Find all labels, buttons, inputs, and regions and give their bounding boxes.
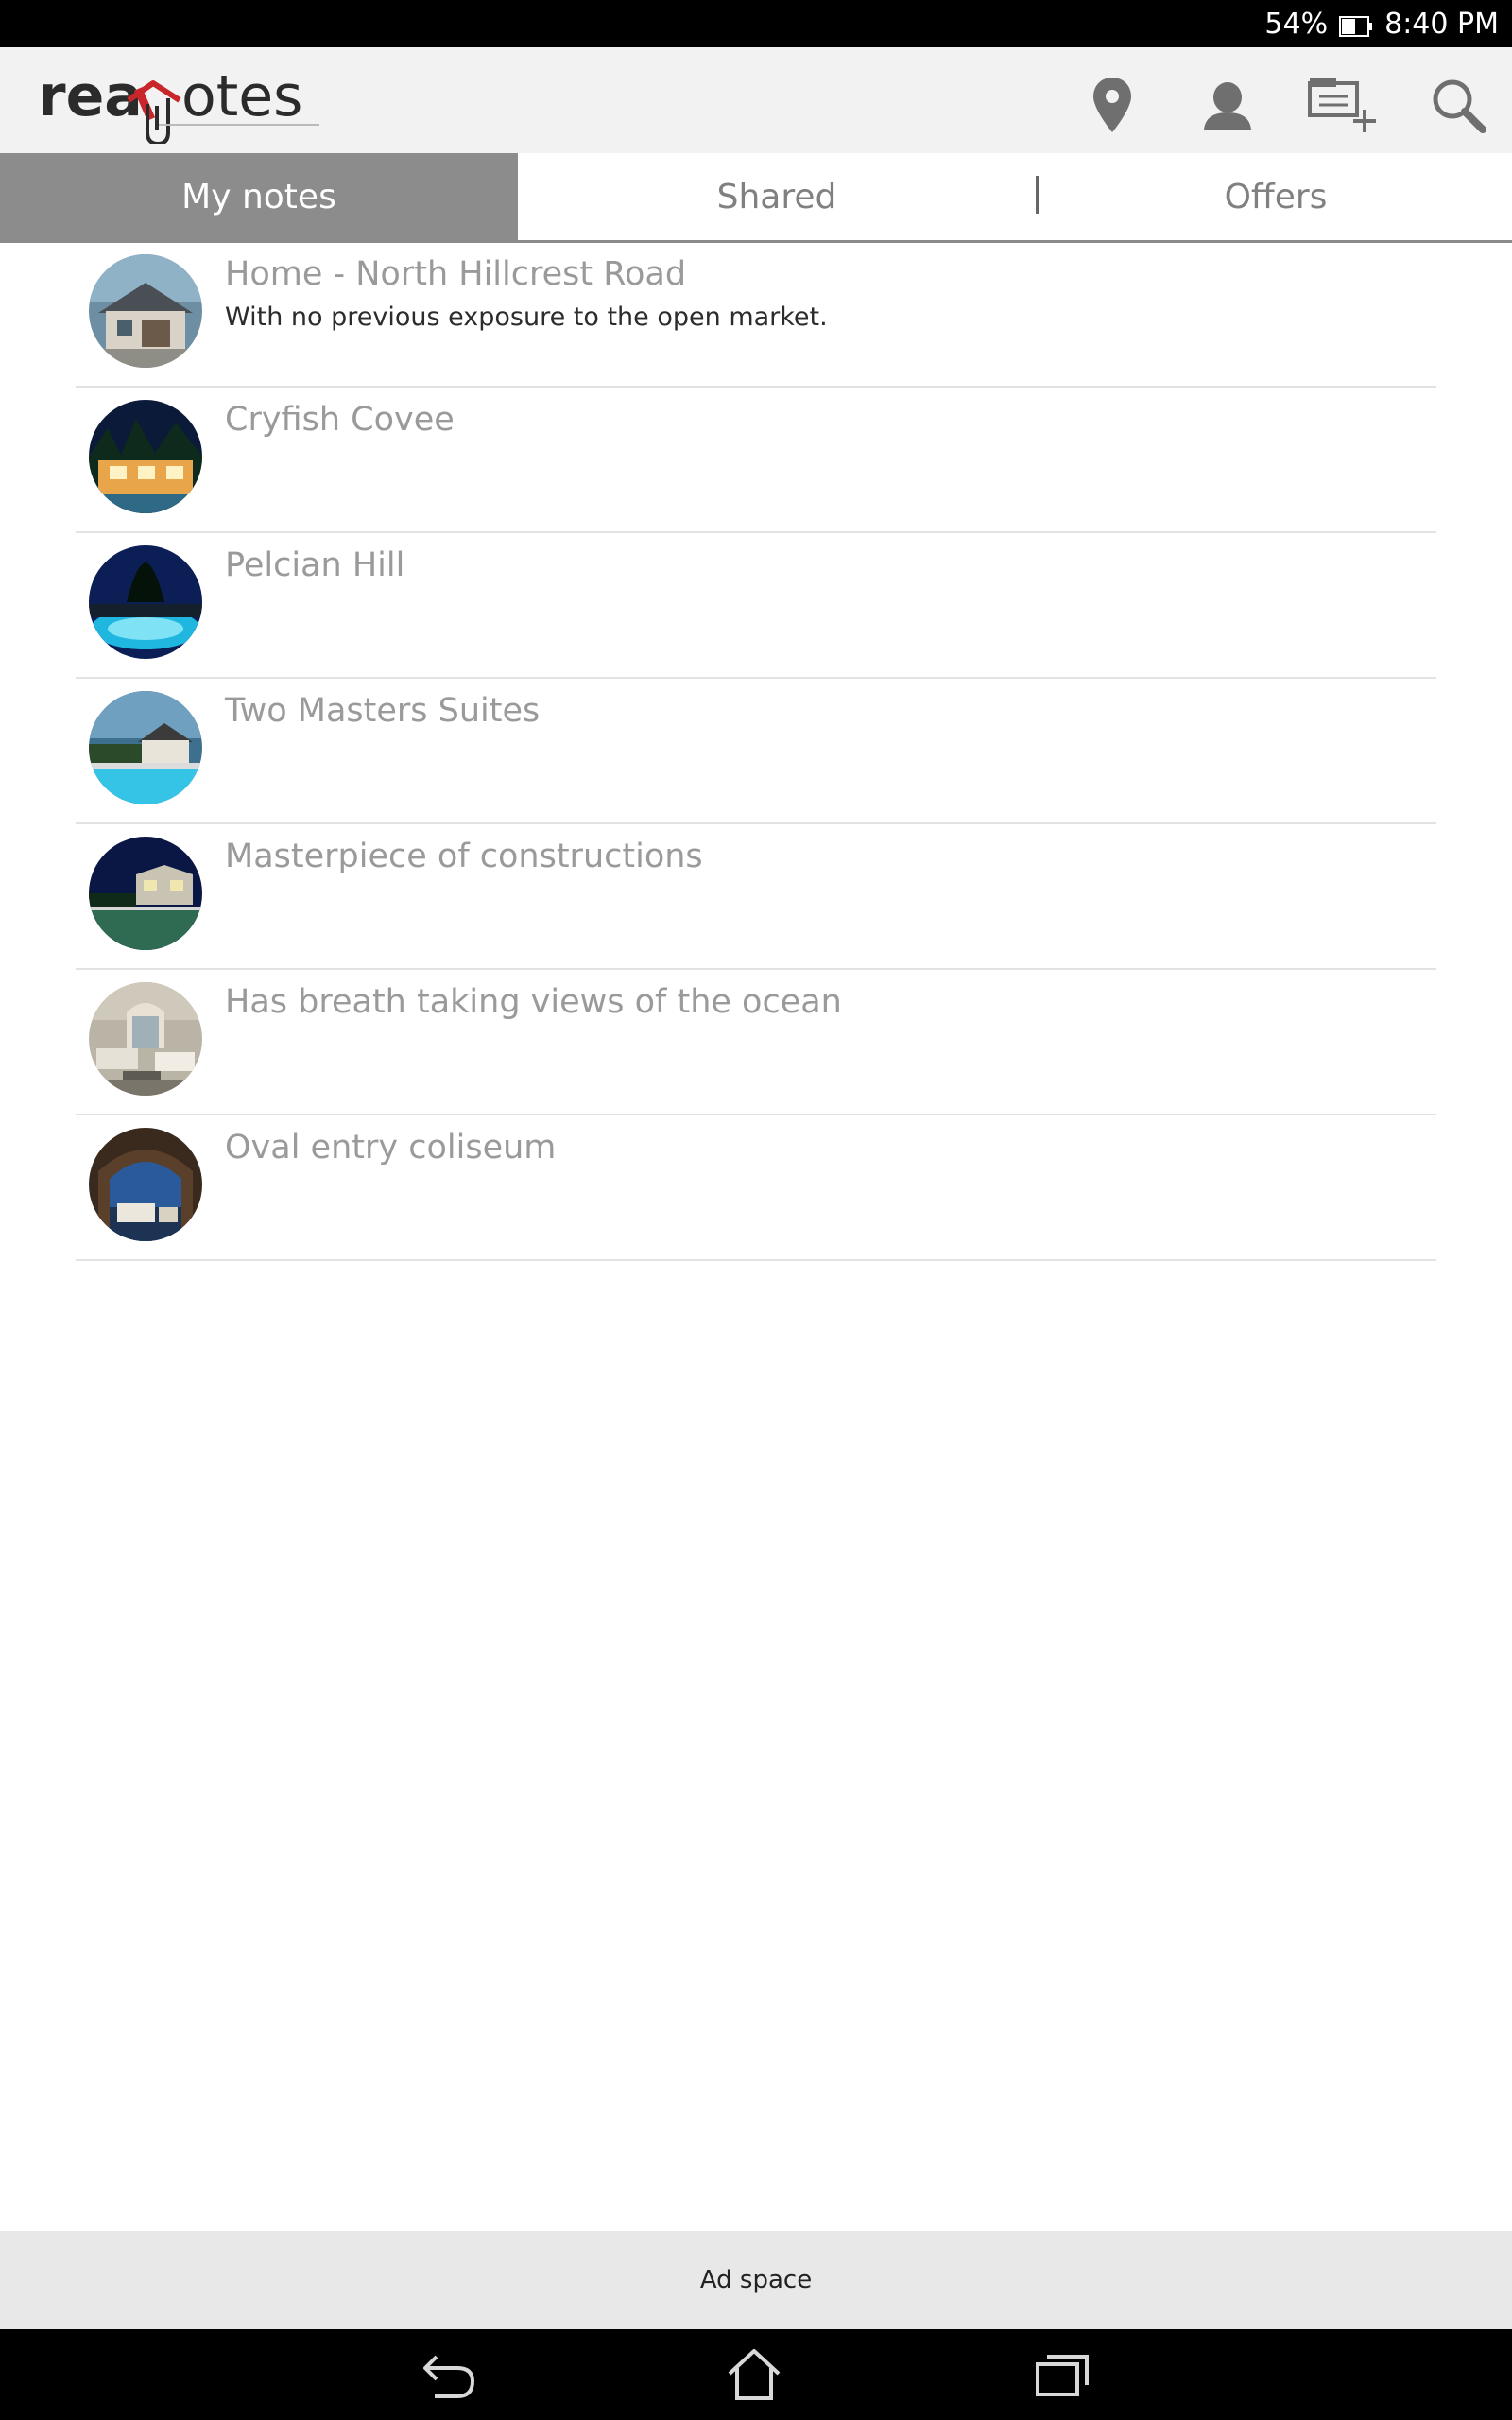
back-button[interactable] <box>412 2344 488 2405</box>
search-icon <box>1433 79 1486 133</box>
recent-apps-button[interactable] <box>1024 2344 1100 2405</box>
note-title: Oval entry coliseum <box>225 1129 557 1167</box>
home-button[interactable] <box>716 2344 792 2405</box>
location-pin-icon <box>1093 78 1131 132</box>
tab-my-notes[interactable]: My notes <box>0 153 518 240</box>
ad-banner[interactable]: Ad space <box>0 2231 1512 2329</box>
note-thumbnail <box>89 982 202 1096</box>
back-icon <box>423 2355 475 2398</box>
note-thumbnail <box>89 691 202 804</box>
note-item[interactable]: Cryfish Covee <box>76 388 1436 533</box>
system-nav-bar <box>0 2329 1512 2420</box>
add-note-button[interactable] <box>1306 68 1380 142</box>
note-item[interactable]: Has breath taking views of the ocean <box>76 970 1436 1115</box>
note-title: Two Masters Suites <box>225 692 541 730</box>
tab-label: Offers <box>1224 177 1328 216</box>
note-thumbnail <box>89 1128 202 1241</box>
note-title: Masterpiece of constructions <box>225 838 703 875</box>
note-thumbnail <box>89 400 202 513</box>
note-item[interactable]: Pelcian Hill <box>76 533 1436 679</box>
note-thumbnail <box>89 254 202 368</box>
recent-apps-icon <box>1036 2355 1089 2396</box>
tab-bar: My notes Shared Offers <box>0 153 1512 243</box>
profile-button[interactable] <box>1191 68 1264 142</box>
status-bar: 54% 8:40 PM <box>0 0 1512 47</box>
battery-percent: 54% <box>1264 7 1329 41</box>
location-button[interactable] <box>1075 68 1149 142</box>
note-item[interactable]: Two Masters Suites <box>76 679 1436 824</box>
search-button[interactable] <box>1421 68 1495 142</box>
battery-icon <box>1339 12 1373 37</box>
notes-list: Home - North Hillcrest Road With no prev… <box>76 242 1436 1261</box>
tab-label: Shared <box>716 177 837 216</box>
note-subtitle: With no previous exposure to the open ma… <box>225 302 828 332</box>
home-icon <box>728 2349 781 2400</box>
app-bar: rea otes <box>0 47 1512 153</box>
note-item[interactable]: Home - North Hillcrest Road With no prev… <box>76 242 1436 388</box>
tab-label: My notes <box>181 177 336 216</box>
realnotes-logo[interactable]: rea otes <box>36 57 329 147</box>
tab-divider <box>1036 176 1040 214</box>
tab-offers[interactable]: Offers <box>1040 153 1512 240</box>
note-title: Cryfish Covee <box>225 401 455 439</box>
note-title: Pelcian Hill <box>225 546 405 584</box>
svg-text:otes: otes <box>181 63 302 130</box>
tab-shared[interactable]: Shared <box>518 153 1036 240</box>
clock: 8:40 PM <box>1384 7 1499 41</box>
note-thumbnail <box>89 837 202 950</box>
add-note-icon <box>1308 78 1376 132</box>
note-item[interactable]: Masterpiece of constructions <box>76 824 1436 970</box>
user-icon <box>1204 82 1251 130</box>
note-item[interactable]: Oval entry coliseum <box>76 1115 1436 1261</box>
note-thumbnail <box>89 545 202 659</box>
note-title: Has breath taking views of the ocean <box>225 983 842 1021</box>
note-title: Home - North Hillcrest Road <box>225 255 687 293</box>
ad-label: Ad space <box>699 2266 813 2294</box>
svg-text:rea: rea <box>38 63 143 130</box>
